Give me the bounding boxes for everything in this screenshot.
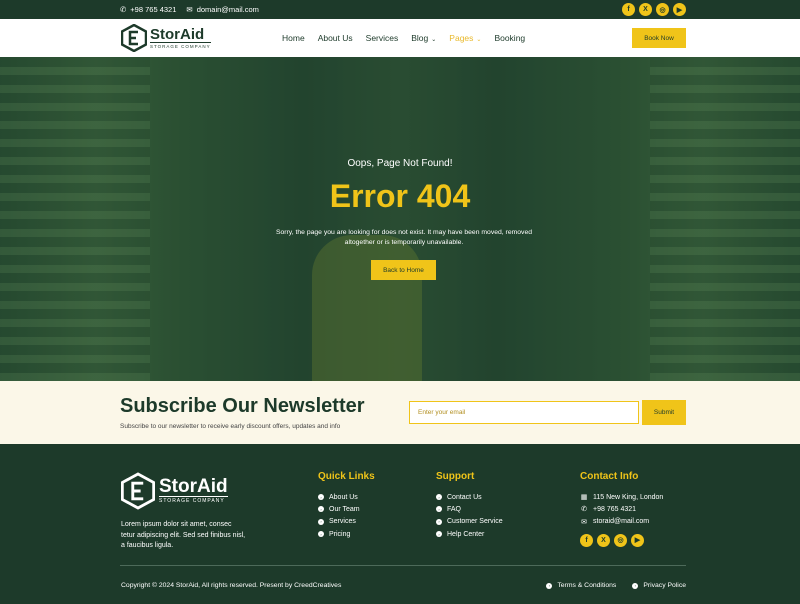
chevron-down-icon: ⌄ [476, 37, 482, 43]
copyright: Copyright © 2024 StorAid, All rights res… [121, 582, 342, 589]
nav-home[interactable]: Home [282, 33, 305, 43]
logo-name: StorAid [150, 25, 205, 43]
footer-legal-links: › Terms & Conditions › Privacy Police [546, 582, 686, 589]
arrow-circle-icon: › [318, 531, 324, 538]
arrow-circle-icon: › [436, 518, 442, 525]
nav-booking[interactable]: Booking [494, 33, 525, 43]
main-nav: Home About Us Services Blog ⌄ Pages ⌄ Book… [282, 33, 525, 43]
quick-link-item[interactable]: › Pricing [318, 528, 375, 540]
logo[interactable]: StorAid STORAGE COMPANY [121, 24, 211, 52]
book-now-button[interactable]: Book Now [632, 28, 686, 48]
instagram-icon[interactable]: ◎ [614, 533, 627, 547]
facebook-icon[interactable]: f [622, 3, 635, 16]
newsletter-text: Subscribe to our newsletter to receive e… [120, 423, 341, 430]
phone-icon: ✆ [581, 506, 587, 514]
top-phone[interactable]: ✆ +98 765 4321 [120, 5, 176, 14]
arrow-circle-icon: › [546, 582, 553, 589]
support-link-item[interactable]: › Help Center [436, 528, 503, 540]
contact-column: Contact Info ▦ 115 New King, London ✆ +98 … [580, 471, 663, 547]
nav-blog[interactable]: Blog ⌄ [411, 33, 436, 43]
contact-address: ▦ 115 New King, London [580, 493, 664, 502]
hero-overlay [0, 57, 800, 381]
footer-logo-tagline: STORAGE COMPANY [159, 496, 228, 504]
arrow-circle-icon: › [318, 506, 324, 513]
logo-tagline: STORAGE COMPANY [150, 41, 211, 49]
nav-pages[interactable]: Pages ⌄ [449, 33, 481, 43]
phone-icon: ✆ [120, 5, 127, 14]
quick-links-title: Quick Links [318, 471, 375, 482]
mail-icon: ✉ [581, 518, 587, 526]
footer-social: f X ◎ ▶ [580, 533, 663, 547]
youtube-icon[interactable]: ▶ [631, 533, 644, 547]
support-link-item[interactable]: › Customer Service [436, 516, 503, 528]
quick-link-item[interactable]: › Our Team [318, 503, 375, 515]
privacy-link[interactable]: › Privacy Police [632, 582, 686, 589]
quick-links-column: Quick Links › About Us › Our Team › Service… [318, 471, 375, 540]
hero-message: Sorry, the page you are looking for does… [275, 229, 533, 246]
contact-title: Contact Info [580, 471, 639, 482]
terms-link[interactable]: › Terms & Conditions [546, 582, 616, 589]
contact-email[interactable]: ✉ storaid@mail.com [580, 516, 663, 528]
mail-icon: ✉ [186, 5, 193, 14]
chevron-down-icon: ⌄ [431, 37, 437, 43]
youtube-icon[interactable]: ▶ [673, 3, 686, 16]
arrow-circle-icon: › [318, 494, 324, 501]
nav-pages-label: Pages [449, 33, 474, 43]
footer-logo[interactable]: StorAid STORAGE COMPANY [121, 472, 228, 510]
quick-link-item[interactable]: › About Us [318, 491, 375, 503]
arrow-circle-icon: › [632, 582, 639, 589]
top-email[interactable]: ✉ domain@mail.com [186, 5, 259, 14]
footer: StorAid STORAGE COMPANY Lorem ipsum dolo… [0, 444, 800, 604]
top-social: f X ◎ ▶ [622, 3, 686, 16]
instagram-icon[interactable]: ◎ [656, 3, 669, 16]
x-icon[interactable]: X [597, 533, 610, 547]
arrow-circle-icon: › [436, 531, 442, 538]
facebook-icon[interactable]: f [580, 533, 593, 547]
footer-divider [120, 565, 686, 566]
submit-button[interactable]: Submit [642, 400, 686, 425]
logo-hexagon-icon [121, 472, 155, 510]
top-contact: ✆ +98 765 4321 ✉ domain@mail.com [120, 5, 259, 14]
newsletter-section: Subscribe Our Newsletter Subscribe to ou… [0, 381, 800, 444]
building-icon: ▦ [580, 494, 588, 502]
hero-title: Error 404 [329, 178, 471, 214]
arrow-circle-icon: › [436, 506, 442, 513]
footer-logo-name: StorAid [159, 476, 228, 497]
email-input[interactable]: Enter your email [409, 401, 639, 424]
hero-subtitle: Oops, Page Not Found! [347, 158, 453, 169]
arrow-circle-icon: › [318, 518, 324, 525]
contact-phone[interactable]: ✆ +98 765 4321 [580, 503, 663, 515]
support-link-item[interactable]: › FAQ [436, 503, 503, 515]
nav-blog-label: Blog [411, 33, 429, 43]
header: StorAid STORAGE COMPANY Home About Us Se… [0, 19, 800, 57]
hero-section: Oops, Page Not Found! Error 404 Sorry, t… [0, 57, 800, 381]
quick-link-item[interactable]: › Services [318, 516, 375, 528]
nav-about[interactable]: About Us [318, 33, 353, 43]
arrow-circle-icon: › [436, 494, 442, 501]
support-link-item[interactable]: › Contact Us [436, 491, 503, 503]
x-icon[interactable]: X [639, 3, 652, 16]
top-bar: ✆ +98 765 4321 ✉ domain@mail.com f X ◎ ▶ [0, 0, 800, 19]
back-to-home-button[interactable]: Back to Home [371, 260, 436, 280]
nav-services[interactable]: Services [366, 33, 399, 43]
logo-hexagon-icon [121, 24, 147, 52]
support-column: Support › Contact Us › FAQ › Customer Servi… [436, 471, 503, 540]
support-title: Support [436, 471, 475, 482]
newsletter-title: Subscribe Our Newsletter [120, 395, 365, 417]
footer-description: Lorem ipsum dolor sit amet, consec tetur… [121, 521, 246, 549]
